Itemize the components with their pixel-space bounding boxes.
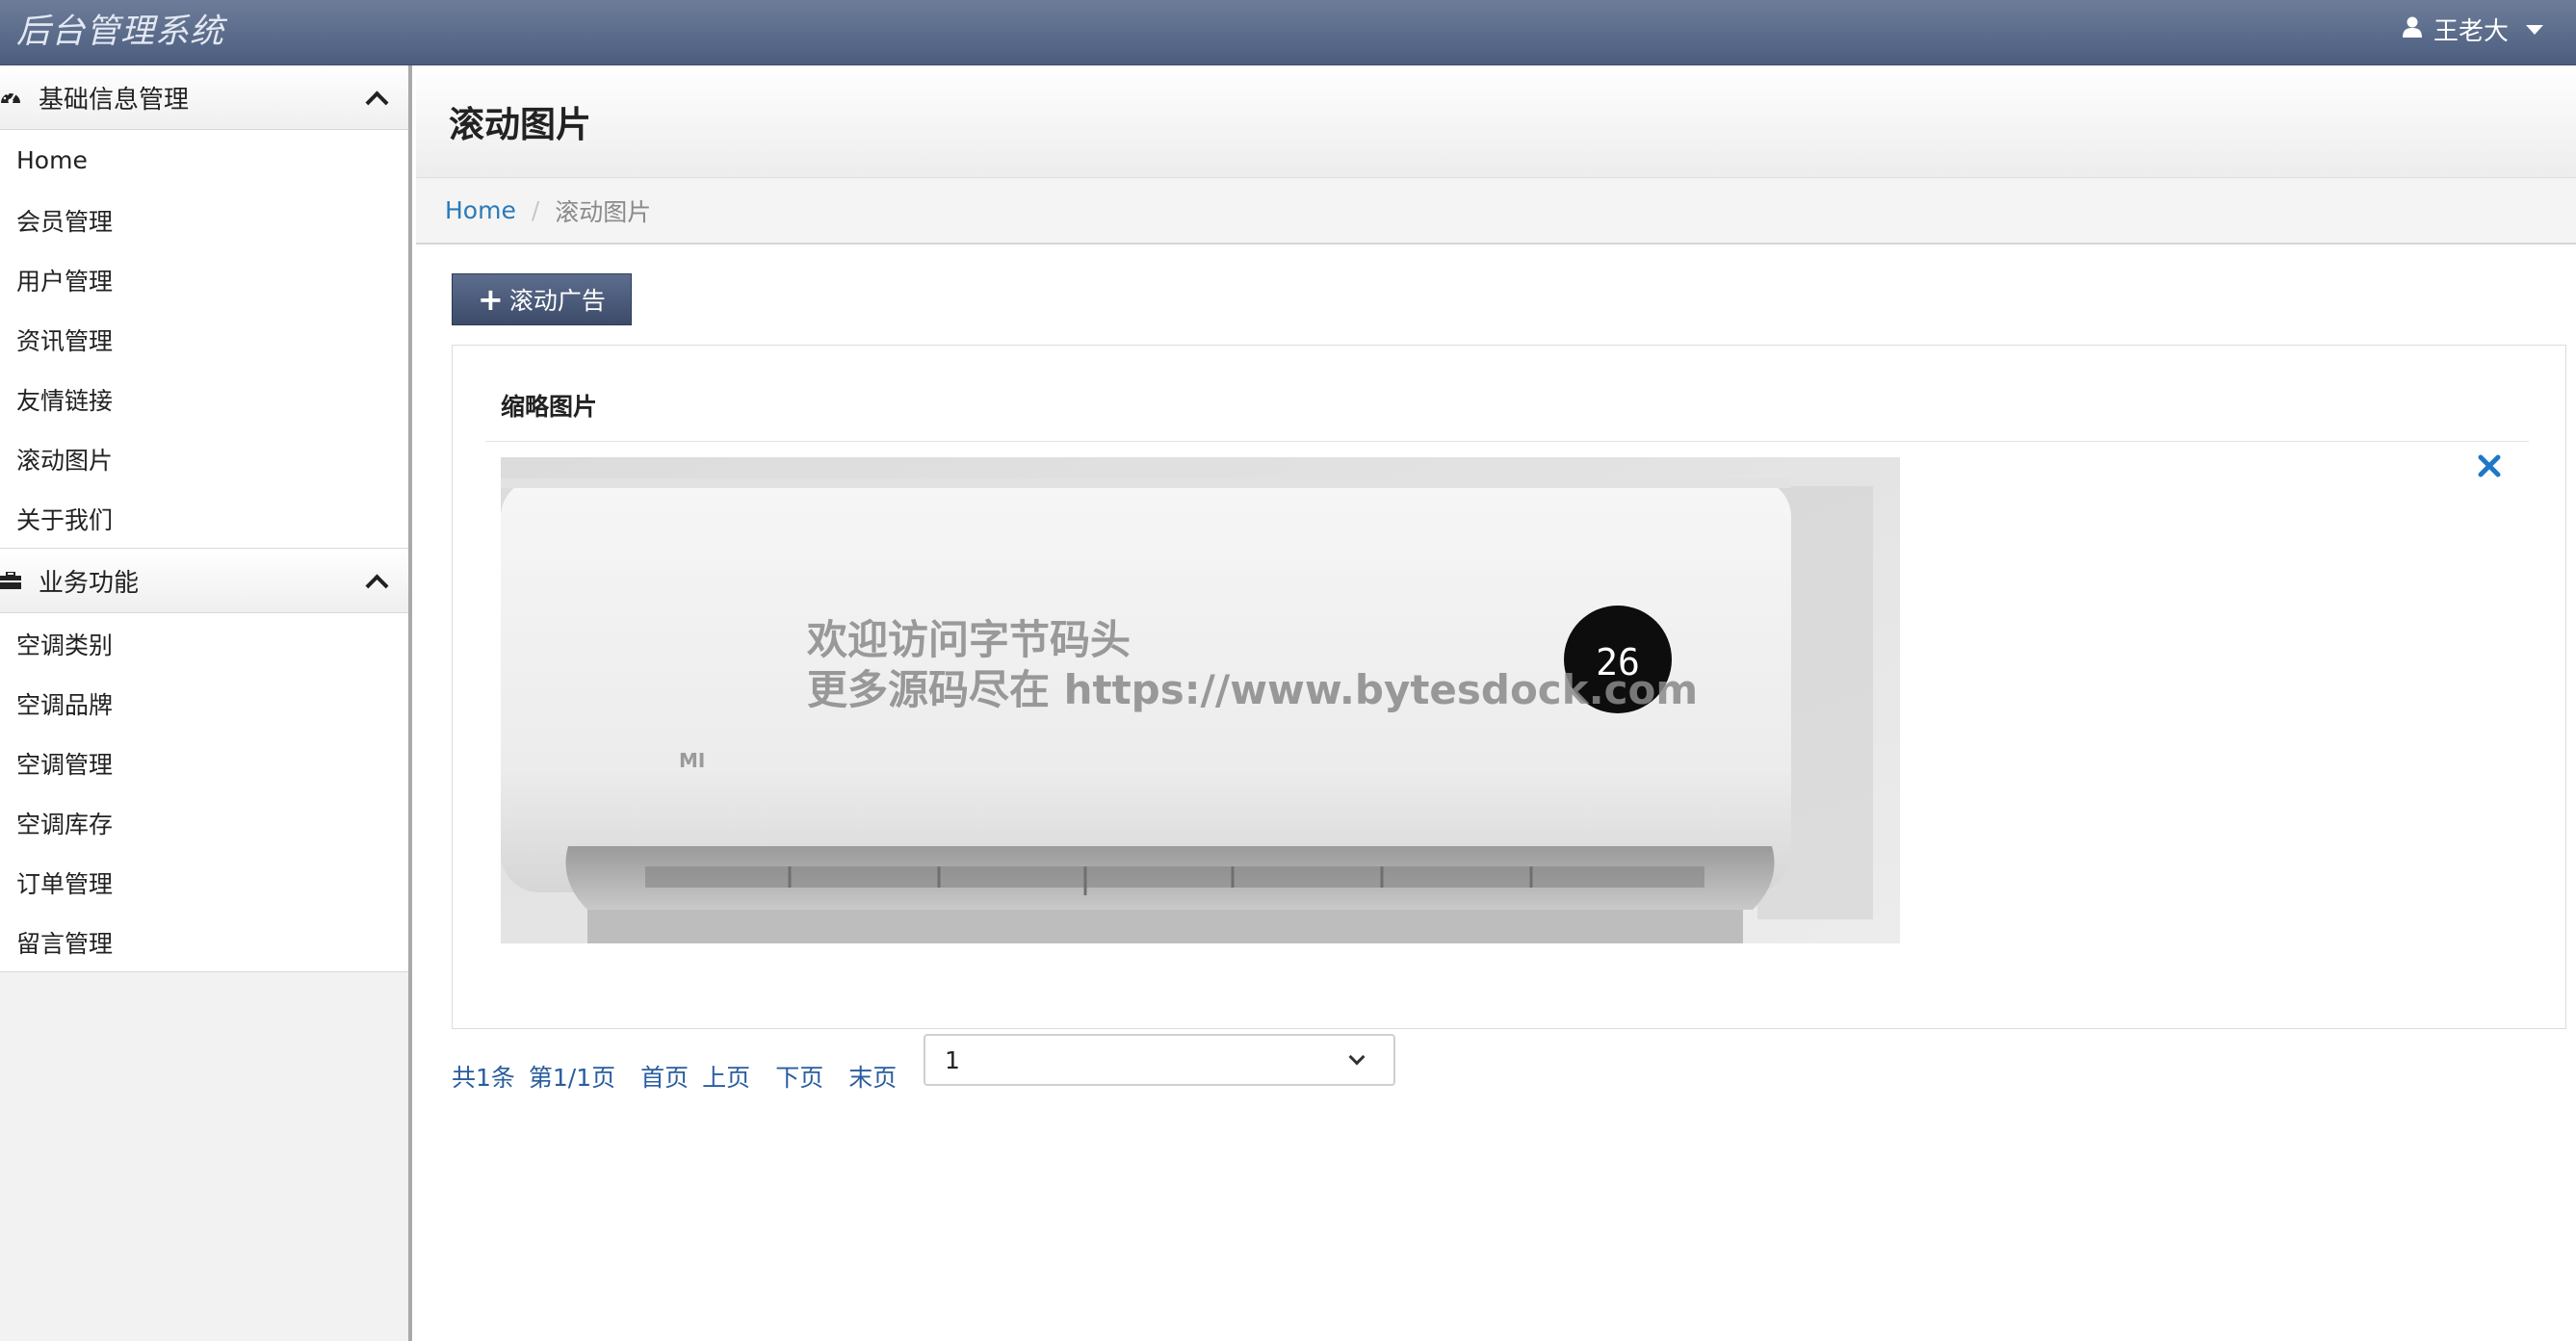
sidebar-list-basic-info: Home 会员管理 用户管理 资讯管理 友情链接 滚动图片 关于我们 [0, 130, 408, 549]
briefcase-icon [0, 570, 21, 591]
caret-down-icon [2526, 24, 2543, 35]
plus-icon: + [478, 281, 504, 318]
sidebar-group-basic-info[interactable]: 基础信息管理 [0, 65, 408, 130]
sidebar: 基础信息管理 Home 会员管理 用户管理 资讯管理 友情链接 滚动图片 关于我… [0, 65, 412, 1341]
pagination: 共1条 第1/1页 首页 上页 下页 末页 1 [452, 1034, 1395, 1094]
app-title[interactable]: 后台管理系统 [16, 4, 224, 53]
breadcrumb-home-link[interactable]: Home [445, 196, 516, 224]
breadcrumb-separator: / [531, 196, 540, 224]
banner-table: 缩略图片 26 MI 欢迎访问字节码头 更多源码尽在 https://www.b… [452, 345, 2566, 1029]
breadcrumb-current: 滚动图片 [555, 197, 652, 226]
user-menu[interactable]: 王老大 [2402, 12, 2543, 47]
chevron-up-icon[interactable] [365, 574, 389, 598]
sidebar-item-ac-categories[interactable]: 空调类别 [0, 613, 408, 673]
banner-thumbnail-image: 26 MI 欢迎访问字节码头 更多源码尽在 https://www.bytesd… [501, 457, 1900, 943]
user-name: 王老大 [2433, 17, 2509, 46]
user-icon [2402, 15, 2422, 44]
breadcrumb: Home / 滚动图片 [416, 178, 2576, 245]
pagination-first[interactable]: 首页 [640, 1059, 689, 1094]
delete-close-icon[interactable] [2475, 451, 2504, 480]
sidebar-list-business: 空调类别 空调品牌 空调管理 空调库存 订单管理 留言管理 [0, 613, 408, 972]
pagination-page-info: 第1/1页 [528, 1064, 616, 1092]
pagination-next[interactable]: 下页 [775, 1059, 823, 1094]
dashboard-icon [0, 87, 21, 108]
page-select-value: 1 [945, 1045, 960, 1074]
page-title: 滚动图片 [449, 104, 591, 145]
add-banner-button[interactable]: + 滚动广告 [452, 273, 632, 325]
watermark-line1: 欢迎访问字节码头 [806, 616, 1131, 663]
main-content: 滚动图片 Home / 滚动图片 + 滚动广告 缩略图片 26 MI 欢迎访问字… [416, 65, 2576, 1341]
watermark-line2: 更多源码尽在 https://www.bytesdock.com [807, 666, 1698, 713]
sidebar-item-members[interactable]: 会员管理 [0, 190, 408, 249]
sidebar-item-banners[interactable]: 滚动图片 [0, 428, 408, 488]
page-select[interactable]: 1 [924, 1034, 1395, 1086]
table-header-thumbnail: 缩略图片 [485, 388, 2529, 442]
sidebar-item-about[interactable]: 关于我们 [0, 488, 408, 548]
page-header: 滚动图片 [416, 65, 2576, 178]
pagination-prev[interactable]: 上页 [702, 1059, 750, 1094]
sidebar-item-ac-management[interactable]: 空调管理 [0, 733, 408, 792]
chevron-down-icon [1348, 1048, 1366, 1066]
sidebar-item-home[interactable]: Home [0, 130, 408, 190]
pagination-last[interactable]: 末页 [848, 1059, 897, 1094]
chevron-up-icon[interactable] [365, 90, 389, 115]
sidebar-item-ac-inventory[interactable]: 空调库存 [0, 792, 408, 852]
top-navbar: 后台管理系统 王老大 [0, 0, 2576, 65]
sidebar-item-users[interactable]: 用户管理 [0, 249, 408, 309]
sidebar-item-messages[interactable]: 留言管理 [0, 912, 408, 971]
sidebar-item-ac-brands[interactable]: 空调品牌 [0, 673, 408, 733]
sidebar-item-links[interactable]: 友情链接 [0, 369, 408, 428]
pagination-total: 共1条 [452, 1064, 515, 1092]
sidebar-item-news[interactable]: 资讯管理 [0, 309, 408, 369]
sidebar-group-title: 基础信息管理 [39, 85, 190, 115]
sidebar-group-title: 业务功能 [39, 568, 140, 598]
add-banner-label: 滚动广告 [508, 287, 606, 315]
sidebar-item-orders[interactable]: 订单管理 [0, 852, 408, 912]
sidebar-group-business[interactable]: 业务功能 [0, 549, 408, 613]
ac-brand-logo: MI [679, 749, 705, 772]
content-area: + 滚动广告 缩略图片 26 MI 欢迎访问字节码头 更多源码尽在 https:… [452, 273, 2566, 1092]
